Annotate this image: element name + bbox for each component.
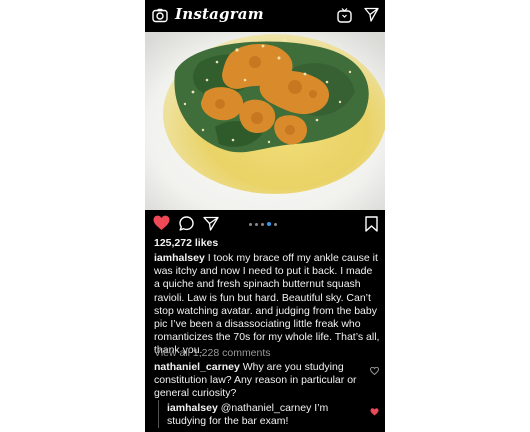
caption-username[interactable]: iamhalsey	[154, 252, 205, 264]
carousel-dot	[261, 222, 264, 226]
view-all-comments-link[interactable]: View all 1,228 comments	[154, 347, 271, 359]
bookmark-icon[interactable]	[365, 216, 378, 237]
instagram-app: Instagram 125,272 likes iamhalsey I took…	[145, 0, 385, 432]
camera-icon[interactable]	[152, 8, 168, 28]
comment-bubble-icon[interactable]	[179, 216, 194, 236]
carousel-dot	[274, 222, 277, 226]
like-heart-icon[interactable]	[153, 215, 170, 236]
igtv-icon[interactable]	[337, 7, 352, 28]
post-actions	[145, 213, 385, 235]
reply-username[interactable]: iamhalsey	[167, 402, 218, 414]
carousel-dot	[249, 222, 252, 226]
likes-count[interactable]: 125,272 likes	[154, 237, 218, 249]
comment-username[interactable]: nathaniel_carney	[154, 361, 240, 373]
carousel-indicator	[249, 222, 277, 226]
share-plane-icon[interactable]	[203, 216, 219, 236]
post-caption: iamhalsey I took my brace off my ankle c…	[154, 252, 380, 358]
paper-plane-icon[interactable]	[364, 7, 379, 27]
comment-reply: iamhalsey @nathaniel_carney I’m studying…	[167, 402, 362, 428]
carousel-dot	[255, 222, 258, 226]
top-bar: Instagram	[145, 0, 385, 32]
post-photo[interactable]	[145, 32, 385, 210]
comment: nathaniel_carney Why are you studying co…	[154, 361, 359, 400]
comment-like-heart-icon[interactable]	[369, 362, 380, 380]
reply-like-heart-icon[interactable]	[370, 403, 379, 421]
carousel-dot-active	[267, 222, 271, 226]
caption-text: I took my brace off my ankle cause it wa…	[154, 252, 380, 357]
instagram-logo[interactable]: Instagram	[175, 5, 264, 23]
reply-thread-line	[158, 400, 159, 428]
